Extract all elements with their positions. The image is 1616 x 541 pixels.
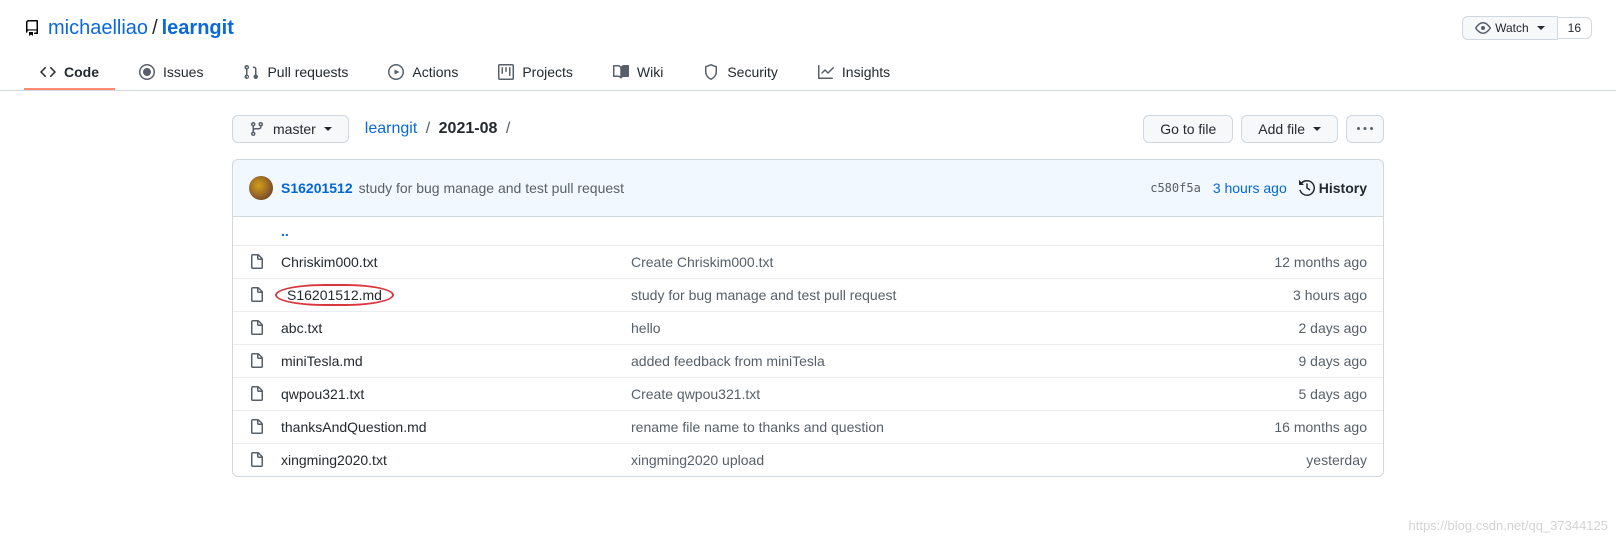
file-commit-link[interactable]: study for bug manage and test pull reque… bbox=[631, 287, 896, 303]
file-row: S16201512.md study for bug manage and tes… bbox=[233, 279, 1383, 312]
commit-author-link[interactable]: S16201512 bbox=[281, 180, 353, 196]
file-commit-link[interactable]: hello bbox=[631, 320, 661, 336]
commit-sha-link[interactable]: c580f5a bbox=[1150, 181, 1201, 195]
avatar[interactable] bbox=[249, 176, 273, 200]
watch-count[interactable]: 16 bbox=[1558, 17, 1592, 39]
tab-wiki-label: Wiki bbox=[637, 64, 663, 80]
issue-icon bbox=[139, 64, 155, 80]
commit-age[interactable]: 3 hours ago bbox=[1213, 180, 1287, 196]
file-commit-link[interactable]: Create Chriskim000.txt bbox=[631, 254, 773, 270]
tab-pulls-label: Pull requests bbox=[267, 64, 348, 80]
commit-message-link[interactable]: study for bug manage and test pull reque… bbox=[359, 180, 624, 196]
file-commit-link[interactable]: rename file name to thanks and question bbox=[631, 419, 884, 435]
eye-icon bbox=[1475, 20, 1491, 36]
file-name-link[interactable]: S16201512.md bbox=[281, 287, 388, 303]
file-icon bbox=[249, 287, 265, 303]
branch-select[interactable]: master bbox=[232, 115, 349, 143]
file-name-link[interactable]: xingming2020.txt bbox=[281, 452, 387, 468]
history-icon bbox=[1299, 180, 1315, 196]
git-branch-icon bbox=[249, 121, 265, 137]
breadcrumb-current: 2021-08 bbox=[439, 120, 498, 137]
breadcrumb: learngit / 2021-08 / bbox=[365, 120, 514, 138]
kebab-icon bbox=[1357, 121, 1373, 137]
file-age: 5 days ago bbox=[1299, 386, 1368, 402]
file-icon bbox=[249, 353, 265, 369]
file-age: 9 days ago bbox=[1299, 353, 1368, 369]
file-name-link[interactable]: thanksAndQuestion.md bbox=[281, 419, 427, 435]
file-age: 2 days ago bbox=[1299, 320, 1368, 336]
file-name-link[interactable]: miniTesla.md bbox=[281, 353, 363, 369]
caret-down-icon bbox=[1313, 127, 1321, 131]
file-commit-link[interactable]: Create qwpou321.txt bbox=[631, 386, 760, 402]
file-row: qwpou321.txt Create qwpou321.txt 5 days ag… bbox=[233, 378, 1383, 411]
file-list-box: S16201512 study for bug manage and test … bbox=[232, 159, 1384, 477]
repo-path-separator: / bbox=[152, 17, 158, 40]
file-row: Chriskim000.txt Create Chriskim000.txt 12 … bbox=[233, 246, 1383, 279]
add-file-button[interactable]: Add file bbox=[1241, 115, 1338, 143]
pr-icon bbox=[243, 64, 259, 80]
file-commit-link[interactable]: xingming2020 upload bbox=[631, 452, 764, 468]
tab-security[interactable]: Security bbox=[687, 56, 794, 90]
branch-label: master bbox=[273, 121, 316, 137]
file-age: 16 months ago bbox=[1274, 419, 1367, 435]
file-name-link[interactable]: Chriskim000.txt bbox=[281, 254, 377, 270]
tab-projects[interactable]: Projects bbox=[482, 56, 589, 90]
breadcrumb-sep: / bbox=[506, 120, 510, 137]
tab-actions[interactable]: Actions bbox=[372, 56, 474, 90]
tab-code[interactable]: Code bbox=[24, 56, 115, 90]
tab-pulls[interactable]: Pull requests bbox=[227, 56, 364, 90]
repo-title: michaelliao / learngit bbox=[24, 17, 234, 40]
file-commit-link[interactable]: added feedback from miniTesla bbox=[631, 353, 825, 369]
tab-insights[interactable]: Insights bbox=[802, 56, 906, 90]
tab-wiki[interactable]: Wiki bbox=[597, 56, 679, 90]
file-icon bbox=[249, 452, 265, 468]
parent-directory-row[interactable]: .. bbox=[233, 217, 1383, 246]
updir-link[interactable]: .. bbox=[281, 223, 289, 239]
file-icon bbox=[249, 419, 265, 435]
watch-button[interactable]: Watch bbox=[1462, 16, 1558, 40]
tab-security-label: Security bbox=[727, 64, 778, 80]
projects-icon bbox=[498, 64, 514, 80]
repo-name-link[interactable]: learngit bbox=[162, 17, 234, 40]
shield-icon bbox=[703, 64, 719, 80]
file-row: miniTesla.md added feedback from miniTesl… bbox=[233, 345, 1383, 378]
tab-issues-label: Issues bbox=[163, 64, 203, 80]
highlighted-filename: S16201512.md bbox=[281, 287, 388, 303]
caret-down-icon bbox=[324, 127, 332, 131]
file-icon bbox=[249, 320, 265, 336]
file-icon bbox=[249, 386, 265, 402]
actions-icon bbox=[388, 64, 404, 80]
wiki-icon bbox=[613, 64, 629, 80]
history-label: History bbox=[1319, 180, 1367, 196]
last-commit-header: S16201512 study for bug manage and test … bbox=[233, 160, 1383, 217]
file-age: 12 months ago bbox=[1274, 254, 1367, 270]
graph-icon bbox=[818, 64, 834, 80]
watermark: https://blog.csdn.net/qq_37344125 bbox=[1409, 518, 1609, 533]
add-file-label: Add file bbox=[1258, 121, 1305, 137]
tab-projects-label: Projects bbox=[522, 64, 573, 80]
tab-actions-label: Actions bbox=[412, 64, 458, 80]
watch-label: Watch bbox=[1495, 21, 1529, 35]
file-age: 3 hours ago bbox=[1293, 287, 1367, 303]
file-name-link[interactable]: abc.txt bbox=[281, 320, 322, 336]
more-options-button[interactable] bbox=[1346, 115, 1384, 143]
tab-insights-label: Insights bbox=[842, 64, 890, 80]
caret-down-icon bbox=[1537, 26, 1545, 30]
go-to-file-button[interactable]: Go to file bbox=[1143, 115, 1233, 143]
file-row: xingming2020.txt xingming2020 upload yeste… bbox=[233, 444, 1383, 476]
history-link[interactable]: History bbox=[1299, 180, 1367, 196]
file-name-link[interactable]: qwpou321.txt bbox=[281, 386, 364, 402]
repo-tabs: Code Issues Pull requests Actions Projec… bbox=[0, 56, 1616, 91]
file-row: thanksAndQuestion.md rename file name to … bbox=[233, 411, 1383, 444]
tab-issues[interactable]: Issues bbox=[123, 56, 219, 90]
breadcrumb-root[interactable]: learngit bbox=[365, 120, 417, 137]
code-icon bbox=[40, 64, 56, 80]
file-row: abc.txt hello 2 days ago bbox=[233, 312, 1383, 345]
tab-code-label: Code bbox=[64, 64, 99, 80]
breadcrumb-sep: / bbox=[426, 120, 430, 137]
file-icon bbox=[249, 254, 265, 270]
repo-icon bbox=[24, 20, 40, 36]
repo-owner-link[interactable]: michaelliao bbox=[48, 17, 148, 40]
file-age: yesterday bbox=[1306, 452, 1367, 468]
